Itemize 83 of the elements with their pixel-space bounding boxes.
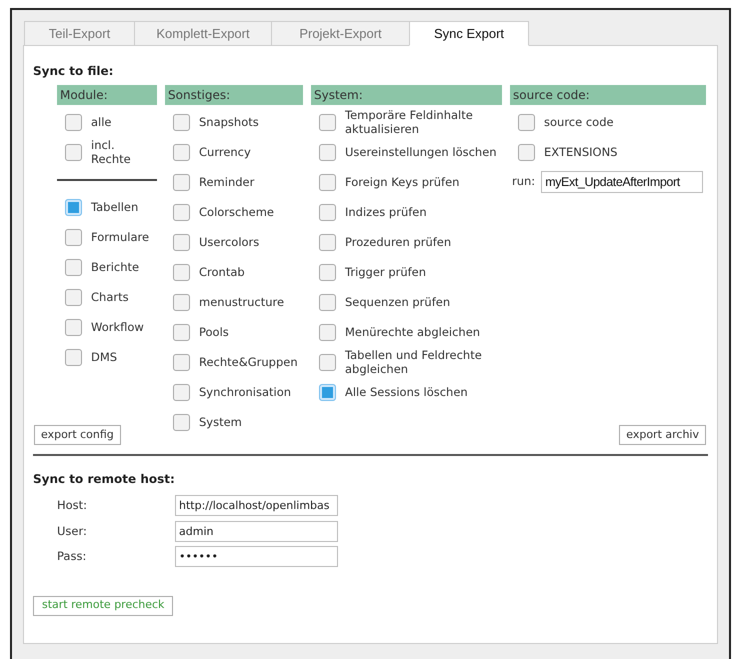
checkbox[interactable] (65, 318, 82, 336)
input-field[interactable]: myExt_UpdateAfterImport (541, 171, 704, 193)
checkbox-label: Workflow (91, 320, 144, 334)
checkbox-label: Alle Sessions löschen (345, 385, 468, 399)
checkbox[interactable] (518, 114, 535, 130)
checkbox-label: Prozeduren prüfen (345, 235, 452, 249)
checkbox[interactable] (319, 234, 336, 250)
checkbox-label: Colorscheme (199, 205, 274, 219)
checkbox-label: alle (91, 115, 112, 129)
checkbox[interactable] (319, 324, 336, 340)
checkbox-label: Usercolors (199, 235, 260, 249)
checkbox-label: source code (544, 115, 614, 129)
checkbox[interactable] (319, 114, 336, 130)
checkbox[interactable] (65, 228, 82, 246)
column-header: source code: (510, 85, 706, 105)
checkbox-label: DMS (91, 350, 118, 364)
tab[interactable]: Komplett-Export (134, 21, 271, 46)
checkbox-label: Currency (199, 145, 251, 159)
checkbox[interactable] (65, 144, 82, 160)
checkbox-label: Usereinstellungen löschen (345, 145, 497, 159)
checkbox[interactable] (173, 174, 190, 190)
checkbox[interactable] (319, 294, 336, 310)
checkbox[interactable] (173, 294, 190, 310)
checkbox-label: Tabellen (91, 200, 138, 214)
checkbox[interactable] (173, 354, 190, 370)
start-remote-precheck-button[interactable]: start remote precheck (33, 596, 174, 616)
checkbox[interactable] (319, 384, 336, 400)
checkbox[interactable] (319, 204, 336, 220)
checkbox-label: Snapshots (199, 115, 259, 129)
checkbox[interactable] (65, 348, 82, 366)
column-header: System: (311, 85, 502, 105)
checkbox-label: incl. Rechte (91, 138, 132, 166)
checkbox[interactable] (319, 264, 336, 280)
checkbox-label: Tabellen und Feldrechte abgleichen (345, 348, 483, 376)
checkbox-label: Indizes prüfen (345, 205, 427, 219)
checkbox[interactable] (173, 414, 190, 430)
checkbox-label: Pools (199, 325, 229, 339)
checkbox[interactable] (173, 324, 190, 340)
checkbox-label: Berichte (91, 260, 140, 274)
field-label: User: (57, 522, 88, 540)
checkbox[interactable] (65, 114, 82, 130)
tab[interactable]: Sync Export (409, 21, 529, 46)
checkbox-label: EXTENSIONS (544, 145, 618, 159)
checkbox-label: Charts (91, 290, 129, 304)
checkbox-label: Sequenzen prüfen (345, 295, 450, 309)
checkbox-label: Formulare (91, 230, 150, 244)
input-field[interactable]: admin (175, 520, 338, 542)
checkbox[interactable] (65, 198, 82, 216)
export-archiv-button[interactable]: export archiv (619, 425, 706, 445)
section-title: Sync to remote host: (33, 471, 176, 488)
checkbox[interactable] (319, 144, 336, 160)
checkbox-label: Reminder (199, 175, 254, 189)
checkbox-label: Foreign Keys prüfen (345, 175, 460, 189)
field-label: Host: (57, 497, 88, 514)
checkbox[interactable] (173, 114, 190, 130)
tab[interactable]: Projekt-Export (271, 21, 409, 46)
field-label: run: (512, 173, 536, 190)
checkbox[interactable] (319, 174, 336, 190)
checkbox-label: Rechte&Gruppen (199, 355, 298, 369)
checkbox[interactable] (173, 264, 190, 280)
export-config-button[interactable]: export config (34, 425, 121, 445)
checkbox-label: Menürechte abgleichen (345, 325, 480, 339)
checkbox-label: Trigger prüfen (345, 265, 426, 279)
checkbox[interactable] (173, 204, 190, 220)
field-label: Pass: (57, 548, 88, 566)
checkbox-label: menustructure (199, 295, 284, 309)
checkbox[interactable] (173, 144, 190, 160)
checkbox-label: System (199, 415, 242, 429)
checkbox[interactable] (173, 384, 190, 400)
input-field[interactable]: http://localhost/openlimbas (175, 495, 338, 516)
checkbox[interactable] (518, 144, 535, 160)
section-title: Sync to file: (33, 63, 114, 80)
input-field[interactable]: •••••• (175, 546, 338, 568)
column-header: Module: (57, 85, 157, 105)
checkbox[interactable] (65, 288, 82, 306)
tab[interactable]: Teil-Export (24, 21, 134, 46)
checkbox[interactable] (319, 354, 336, 370)
column-header: Sonstiges: (165, 85, 303, 105)
checkbox-label: Temporäre Feldinhalte aktualisieren (345, 108, 474, 136)
checkbox-label: Crontab (199, 265, 245, 279)
checkbox[interactable] (65, 258, 82, 276)
checkbox[interactable] (173, 234, 190, 250)
checkbox-label: Synchronisation (199, 385, 292, 399)
